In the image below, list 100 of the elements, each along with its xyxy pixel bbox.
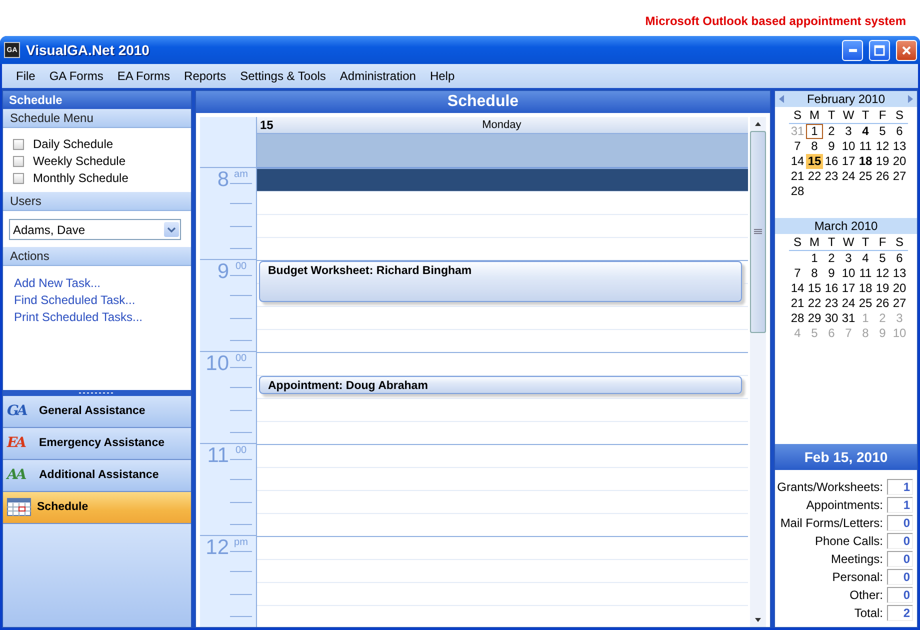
calendar-day[interactable]: 10 xyxy=(840,139,857,154)
schedule-menu-item[interactable]: Weekly Schedule xyxy=(33,154,126,168)
schedule-menu-item[interactable]: Monthly Schedule xyxy=(33,171,128,185)
calendar-day[interactable]: 21 xyxy=(789,296,806,311)
calendar-day[interactable]: 18 xyxy=(857,154,874,169)
calendar-day[interactable]: 31 xyxy=(840,311,857,326)
menu-item[interactable]: Settings & Tools xyxy=(234,66,332,86)
calendar-day[interactable]: 5 xyxy=(874,124,891,139)
calendar-day[interactable]: 4 xyxy=(857,251,874,266)
calendar-day[interactable]: 3 xyxy=(840,251,857,266)
calendar-day[interactable]: 24 xyxy=(840,169,857,184)
calendar-day[interactable]: 12 xyxy=(874,266,891,281)
nav-button[interactable]: Schedule xyxy=(3,492,191,524)
calendar-day[interactable]: 30 xyxy=(823,311,840,326)
menu-item[interactable]: GA Forms xyxy=(43,66,110,86)
calendar-day[interactable]: 9 xyxy=(823,139,840,154)
minimize-button[interactable] xyxy=(842,40,863,60)
scroll-thumb[interactable] xyxy=(750,131,766,333)
menu-item[interactable]: Reports xyxy=(178,66,232,86)
menu-item[interactable]: File xyxy=(10,66,42,86)
day-number: 15 xyxy=(259,118,274,132)
hour-label: 9 xyxy=(217,260,229,284)
calendar-day[interactable]: 19 xyxy=(874,154,891,169)
calendar-day[interactable]: 29 xyxy=(806,311,823,326)
nav-button[interactable]: EA Emergency Assistance xyxy=(3,428,191,460)
calendar-day[interactable]: 13 xyxy=(891,266,908,281)
schedule-menu-item[interactable]: Daily Schedule xyxy=(33,137,114,151)
calendar-day[interactable]: 28 xyxy=(789,184,806,199)
calendar-day[interactable]: 20 xyxy=(891,154,908,169)
action-link[interactable]: Find Scheduled Task... xyxy=(14,293,180,307)
calendar-day[interactable]: 16 xyxy=(823,281,840,296)
calendar-day[interactable]: 21 xyxy=(789,169,806,184)
calendar-day[interactable]: 20 xyxy=(891,281,908,296)
user-dropdown[interactable]: Adams, Dave xyxy=(9,219,181,240)
calendar-day[interactable]: 1 xyxy=(806,251,823,266)
calendar-day[interactable]: 6 xyxy=(891,251,908,266)
calendar-day[interactable]: 17 xyxy=(840,281,857,296)
weekday-label: W xyxy=(840,234,857,251)
calendar-day[interactable]: 25 xyxy=(857,169,874,184)
calendar-day[interactable]: 11 xyxy=(857,139,874,154)
menu-item[interactable]: Administration xyxy=(334,66,422,86)
calendar-day[interactable]: 14 xyxy=(789,281,806,296)
panel-title: Schedule xyxy=(3,91,191,109)
calendar-day[interactable]: 13 xyxy=(891,139,908,154)
calendar-day[interactable]: 26 xyxy=(874,169,891,184)
calendar-day[interactable]: 5 xyxy=(874,251,891,266)
calendar-day[interactable]: 4 xyxy=(857,124,874,139)
calendar-day[interactable]: 2 xyxy=(823,251,840,266)
calendar-day[interactable]: 23 xyxy=(823,296,840,311)
calendar-day[interactable]: 8 xyxy=(806,266,823,281)
calendar-day[interactable]: 22 xyxy=(806,296,823,311)
calendar-day[interactable]: 19 xyxy=(874,281,891,296)
scrollbar[interactable] xyxy=(750,117,766,627)
calendar-day[interactable]: 8 xyxy=(806,139,823,154)
calendar-day[interactable]: 14 xyxy=(789,154,806,169)
close-button[interactable] xyxy=(896,40,917,60)
calendar-day[interactable]: 7 xyxy=(789,266,806,281)
selected-time-slot[interactable] xyxy=(257,168,748,191)
count-label: Meetings: xyxy=(830,552,883,566)
calendar-day[interactable]: 22 xyxy=(806,169,823,184)
calendar-day[interactable]: 10 xyxy=(840,266,857,281)
calendar-day[interactable]: 27 xyxy=(891,169,908,184)
action-link[interactable]: Add New Task... xyxy=(14,276,180,290)
appointment[interactable]: Appointment: Doug Abraham xyxy=(259,376,742,394)
calendar-day[interactable]: 3 xyxy=(840,124,857,139)
menu-item[interactable]: EA Forms xyxy=(111,66,176,86)
maximize-button[interactable] xyxy=(869,40,890,60)
calendar-day[interactable]: 7 xyxy=(789,139,806,154)
count-label: Grants/Worksheets: xyxy=(777,480,883,494)
hour-label: 11 xyxy=(207,444,229,468)
appointment[interactable]: Budget Worksheet: Richard Bingham xyxy=(259,261,742,302)
calendar-day[interactable]: 28 xyxy=(789,311,806,326)
nav-button[interactable]: AA Additional Assistance xyxy=(3,460,191,492)
calendar-day[interactable]: 25 xyxy=(857,296,874,311)
nav-button[interactable]: GA General Assistance xyxy=(3,396,191,428)
calendar-day[interactable]: 2 xyxy=(823,124,840,139)
calendar-day[interactable]: 15 xyxy=(806,154,823,169)
calendar-day[interactable]: 15 xyxy=(806,281,823,296)
weekday-label: S xyxy=(789,234,806,251)
calendar-day[interactable]: 24 xyxy=(840,296,857,311)
calendar-day[interactable]: 18 xyxy=(857,281,874,296)
weekday-label: S xyxy=(891,234,908,251)
calendar-day[interactable]: 27 xyxy=(891,296,908,311)
calendar-day[interactable]: 12 xyxy=(874,139,891,154)
weekday-label: M xyxy=(806,234,823,251)
calendar-day[interactable]: 9 xyxy=(823,266,840,281)
menu-item[interactable]: Help xyxy=(424,66,461,86)
splitter-handle[interactable] xyxy=(3,390,191,396)
calendar-day[interactable]: 6 xyxy=(891,124,908,139)
calendar-day[interactable]: 23 xyxy=(823,169,840,184)
action-link[interactable]: Print Scheduled Tasks... xyxy=(14,310,180,324)
calendar-day[interactable]: 17 xyxy=(840,154,857,169)
count-value: 0 xyxy=(887,533,913,549)
calendar-day[interactable]: 11 xyxy=(857,266,874,281)
calendar-day[interactable]: 26 xyxy=(874,296,891,311)
previous-month-icon[interactable] xyxy=(779,95,784,103)
next-month-icon[interactable] xyxy=(908,95,913,103)
calendar-day[interactable]: 16 xyxy=(823,154,840,169)
logo-icon: AA xyxy=(7,467,33,483)
calendar-day[interactable]: 1 xyxy=(806,124,823,139)
